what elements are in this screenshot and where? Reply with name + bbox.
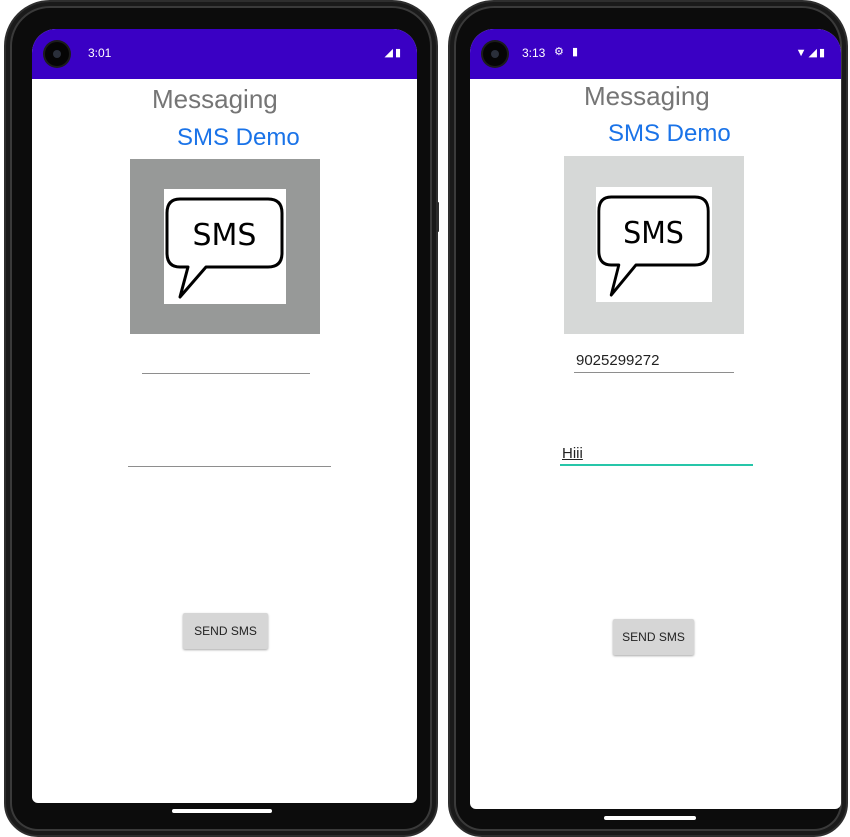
gesture-nav-bar[interactable] [172,809,272,813]
phone-number-input[interactable]: 9025299272 [574,349,734,373]
side-button [436,202,439,232]
app-subtitle: SMS Demo [177,124,300,151]
app-title: Messaging [152,84,278,114]
status-time: 3:01 [88,46,112,60]
sms-image: SMS [130,159,320,334]
front-camera [483,42,507,66]
phone-frame-right: 3:13 ⚙ ▮ ▼◢▮ Messaging SMS Demo SMS 9025… [448,0,848,837]
message-input-text: Hiii [562,445,583,462]
message-input[interactable]: Hiii [560,442,753,466]
sms-bubble-icon: SMS [165,197,284,299]
message-input[interactable] [128,443,331,467]
status-time: 3:13 [522,46,546,60]
signal-battery-icon: ◢▮ [384,47,403,59]
sms-icon-text: SMS [623,215,684,250]
app-title: Messaging [584,81,710,111]
phone-number-input[interactable] [142,350,310,374]
wifi-signal-battery-icon: ▼◢▮ [795,47,827,59]
gesture-nav-bar[interactable] [604,816,696,820]
status-bar: 3:13 ⚙ ▮ ▼◢▮ [470,29,841,79]
settings-icon: ⚙ [554,46,564,58]
send-sms-button[interactable]: SEND SMS [613,619,694,655]
sms-icon-text: SMS [193,218,257,253]
status-bar: 3:01 ◢▮ [32,29,417,79]
sd-card-icon: ▮ [572,46,579,58]
sms-bubble-icon: SMS [597,195,710,297]
screen-left: 3:01 ◢▮ Messaging SMS Demo SMS SEND SMS [32,29,417,803]
phone-frame-left: 3:01 ◢▮ Messaging SMS Demo SMS SEND SMS [4,0,439,837]
send-sms-button[interactable]: SEND SMS [183,613,268,649]
screen-right: 3:13 ⚙ ▮ ▼◢▮ Messaging SMS Demo SMS 9025… [470,29,841,809]
front-camera [45,42,69,66]
sms-image: SMS [564,156,744,334]
app-subtitle: SMS Demo [608,120,731,147]
